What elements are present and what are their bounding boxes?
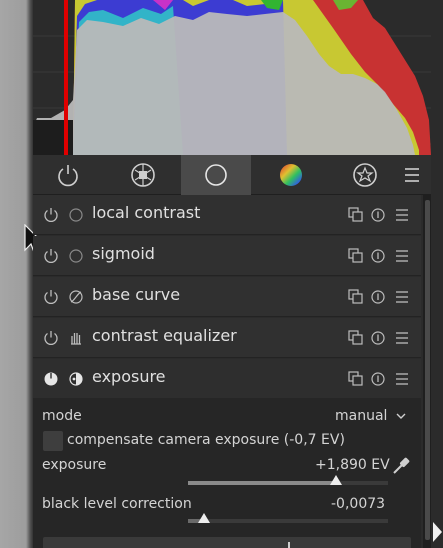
module-label: local contrast (92, 203, 201, 222)
reset-icon[interactable] (370, 289, 386, 305)
color-wheel-icon (280, 164, 302, 186)
module-power-icon[interactable] (43, 248, 59, 264)
mode-dropdown[interactable]: manual (335, 408, 387, 424)
reset-icon[interactable] (370, 330, 386, 346)
plus-icon (288, 542, 290, 548)
module-sigmoid[interactable]: sigmoid (33, 236, 421, 276)
exposure-slider-thumb[interactable] (329, 474, 343, 486)
multi-instance-icon[interactable] (348, 248, 364, 264)
menu-icon (405, 168, 419, 182)
exposure-icon (69, 372, 83, 386)
power-icon (58, 165, 78, 187)
reset-icon[interactable] (370, 248, 386, 264)
shutter-icon (131, 163, 155, 187)
compensate-checkbox[interactable] (43, 431, 63, 451)
expand-panel-arrow-icon[interactable] (431, 520, 443, 548)
tab-base-modules[interactable] (108, 155, 178, 195)
module-label: sigmoid (92, 244, 155, 263)
black-level-slider-thumb[interactable] (197, 512, 211, 524)
compensate-label: compensate camera exposure (-0,7 EV) (67, 432, 345, 448)
multi-instance-icon[interactable] (348, 207, 364, 223)
circle-icon (69, 208, 83, 222)
exposure-label: exposure (42, 457, 107, 473)
module-group-tabs (33, 155, 431, 195)
exposure-slider-fill (188, 481, 336, 485)
effects-icon (353, 163, 377, 187)
module-power-icon[interactable] (43, 207, 59, 223)
mode-label: mode (42, 408, 82, 424)
exposure-value: +1,890 EV (315, 457, 390, 473)
scrollbar-thumb[interactable] (425, 200, 430, 540)
module-base-curve[interactable]: base curve (33, 277, 421, 317)
hand-icon (71, 333, 81, 345)
presets-menu-icon[interactable] (394, 207, 410, 223)
tab-active-modules[interactable] (33, 155, 103, 195)
module-exposure[interactable]: exposure (33, 359, 421, 399)
histogram[interactable] (33, 0, 431, 155)
module-power-icon[interactable] (43, 330, 59, 346)
presets-menu-icon[interactable] (394, 371, 410, 387)
left-panel-edge (0, 0, 33, 548)
module-label: exposure (92, 367, 166, 386)
next-control-button[interactable] (43, 537, 411, 548)
tab-effects-modules[interactable] (330, 155, 400, 195)
presets-menu-icon[interactable] (394, 289, 410, 305)
multi-instance-icon[interactable] (348, 371, 364, 387)
presets-menu-icon[interactable] (394, 248, 410, 264)
multi-instance-icon[interactable] (348, 330, 364, 346)
black-level-slider-track (188, 519, 388, 523)
black-level-value: -0,0073 (331, 496, 386, 512)
module-contrast-equalizer[interactable]: contrast equalizer (33, 318, 421, 358)
module-label: contrast equalizer (92, 326, 237, 345)
black-level-label: black level correction (42, 496, 192, 512)
exposure-slider[interactable] (188, 475, 388, 494)
module-local-contrast[interactable]: local contrast (33, 195, 421, 235)
presets-menu-icon[interactable] (394, 330, 410, 346)
black-level-slider[interactable] (188, 513, 388, 530)
multi-instance-icon[interactable] (348, 289, 364, 305)
circle-icon (69, 249, 83, 263)
chevron-down-icon[interactable] (395, 411, 407, 421)
module-power-icon[interactable] (43, 289, 59, 305)
module-label: base curve (92, 285, 181, 304)
circle-icon (205, 164, 227, 186)
curve-icon (69, 290, 83, 304)
tab-tone-modules[interactable] (181, 155, 251, 195)
tab-presets-menu[interactable] (393, 155, 431, 195)
reset-icon[interactable] (370, 207, 386, 223)
reset-icon[interactable] (370, 371, 386, 387)
module-power-on-icon[interactable] (43, 371, 59, 387)
color-picker-icon[interactable] (391, 456, 411, 476)
tab-color-modules[interactable] (256, 155, 326, 195)
